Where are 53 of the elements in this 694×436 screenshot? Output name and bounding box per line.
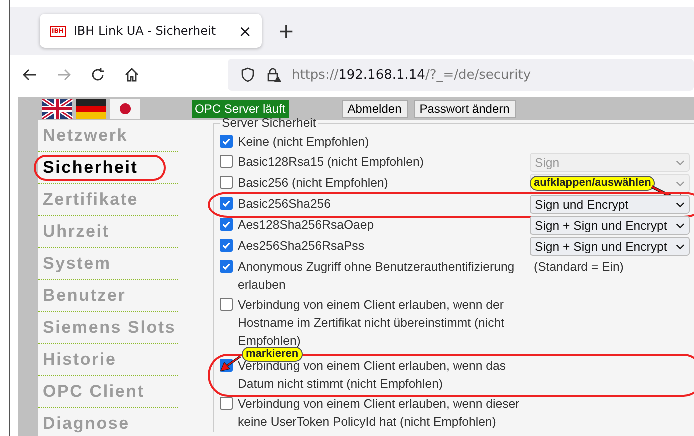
checkmark-icon (221, 219, 232, 230)
option-label: Anonymous Zugriff ohne Benutzerauthentifizierung erlauben (238, 259, 516, 294)
header-button[interactable]: Abmelden (342, 100, 408, 118)
address-bar[interactable]: https://192.168.1.14/?_=/de/security (228, 59, 694, 91)
url-text: https://192.168.1.14/?_=/de/security (292, 68, 532, 82)
forward-icon[interactable] (56, 67, 72, 83)
checkbox[interactable] (220, 155, 233, 168)
checkbox[interactable] (220, 197, 233, 210)
group-legend: Server Sicherheit (220, 116, 318, 130)
checkbox[interactable] (220, 298, 233, 311)
japan-flag-icon[interactable] (110, 98, 141, 118)
back-icon[interactable] (22, 67, 38, 83)
hint-tooltip: markieren (242, 347, 303, 362)
checkmark-icon (221, 198, 232, 209)
german-flag-icon[interactable] (76, 98, 107, 118)
checkbox[interactable] (220, 176, 233, 189)
caret-icon (676, 202, 685, 208)
server-status-badge: OPC Server läuft (192, 100, 289, 118)
header-button[interactable]: Passwort ändern (414, 100, 516, 118)
checkbox[interactable] (220, 239, 233, 252)
caret-icon (676, 160, 685, 166)
caret-icon (676, 180, 685, 186)
option-label: Aes256Sha256RsaPss (238, 238, 366, 255)
new-tab-button[interactable]: + (278, 19, 295, 43)
caret-icon (676, 222, 685, 228)
default-note: (Standard = Ein) (533, 260, 624, 274)
dropdown[interactable]: Sign + Sign und Encrypt (530, 216, 690, 235)
home-icon[interactable] (124, 67, 140, 83)
option-label: Basic256 (nicht Empfohlen) (238, 175, 390, 192)
checkbox[interactable] (220, 218, 233, 231)
option-label: Basic128Rsa15 (nicht Empfohlen) (238, 154, 425, 171)
close-button[interactable]: × (238, 22, 252, 40)
dropdown[interactable]: Sign und Encrypt (530, 195, 690, 214)
hint-tooltip: aufklappen/auswählen (530, 176, 656, 191)
option-label: Verbindung von einem Client erlauben, wenn der Hostname im Zertifikat nicht übereinstimmt (nicht Empfohlen) (238, 297, 506, 349)
checkbox[interactable] (220, 397, 233, 410)
checkmark-icon (221, 261, 232, 272)
checkmark-icon (221, 136, 232, 147)
checkmark-icon (221, 240, 232, 251)
option-label: Aes128Sha256RsaOaep (238, 217, 376, 234)
caret-icon (676, 244, 685, 250)
uk-flag-icon[interactable] (42, 98, 73, 118)
option-label: Verbindung von einem Client erlauben, wenn dieser keine UserToken PolicyId hat (nicht Empfohlen) (238, 396, 521, 431)
shield-icon (240, 67, 256, 83)
reload-icon[interactable] (90, 67, 106, 83)
dropdown[interactable]: Sign + Sign und Encrypt (530, 237, 690, 256)
tab-title: IBH Link UA - Sicherheit (74, 24, 218, 38)
lock-warning-icon (266, 67, 282, 83)
option-label: Basic256Sha256 (238, 196, 332, 213)
checkbox[interactable] (220, 135, 233, 148)
option-label: Keine (nicht Empfohlen) (238, 134, 370, 151)
sidebar-item[interactable]: Sicherheit (38, 158, 138, 178)
checkbox[interactable] (220, 260, 233, 273)
